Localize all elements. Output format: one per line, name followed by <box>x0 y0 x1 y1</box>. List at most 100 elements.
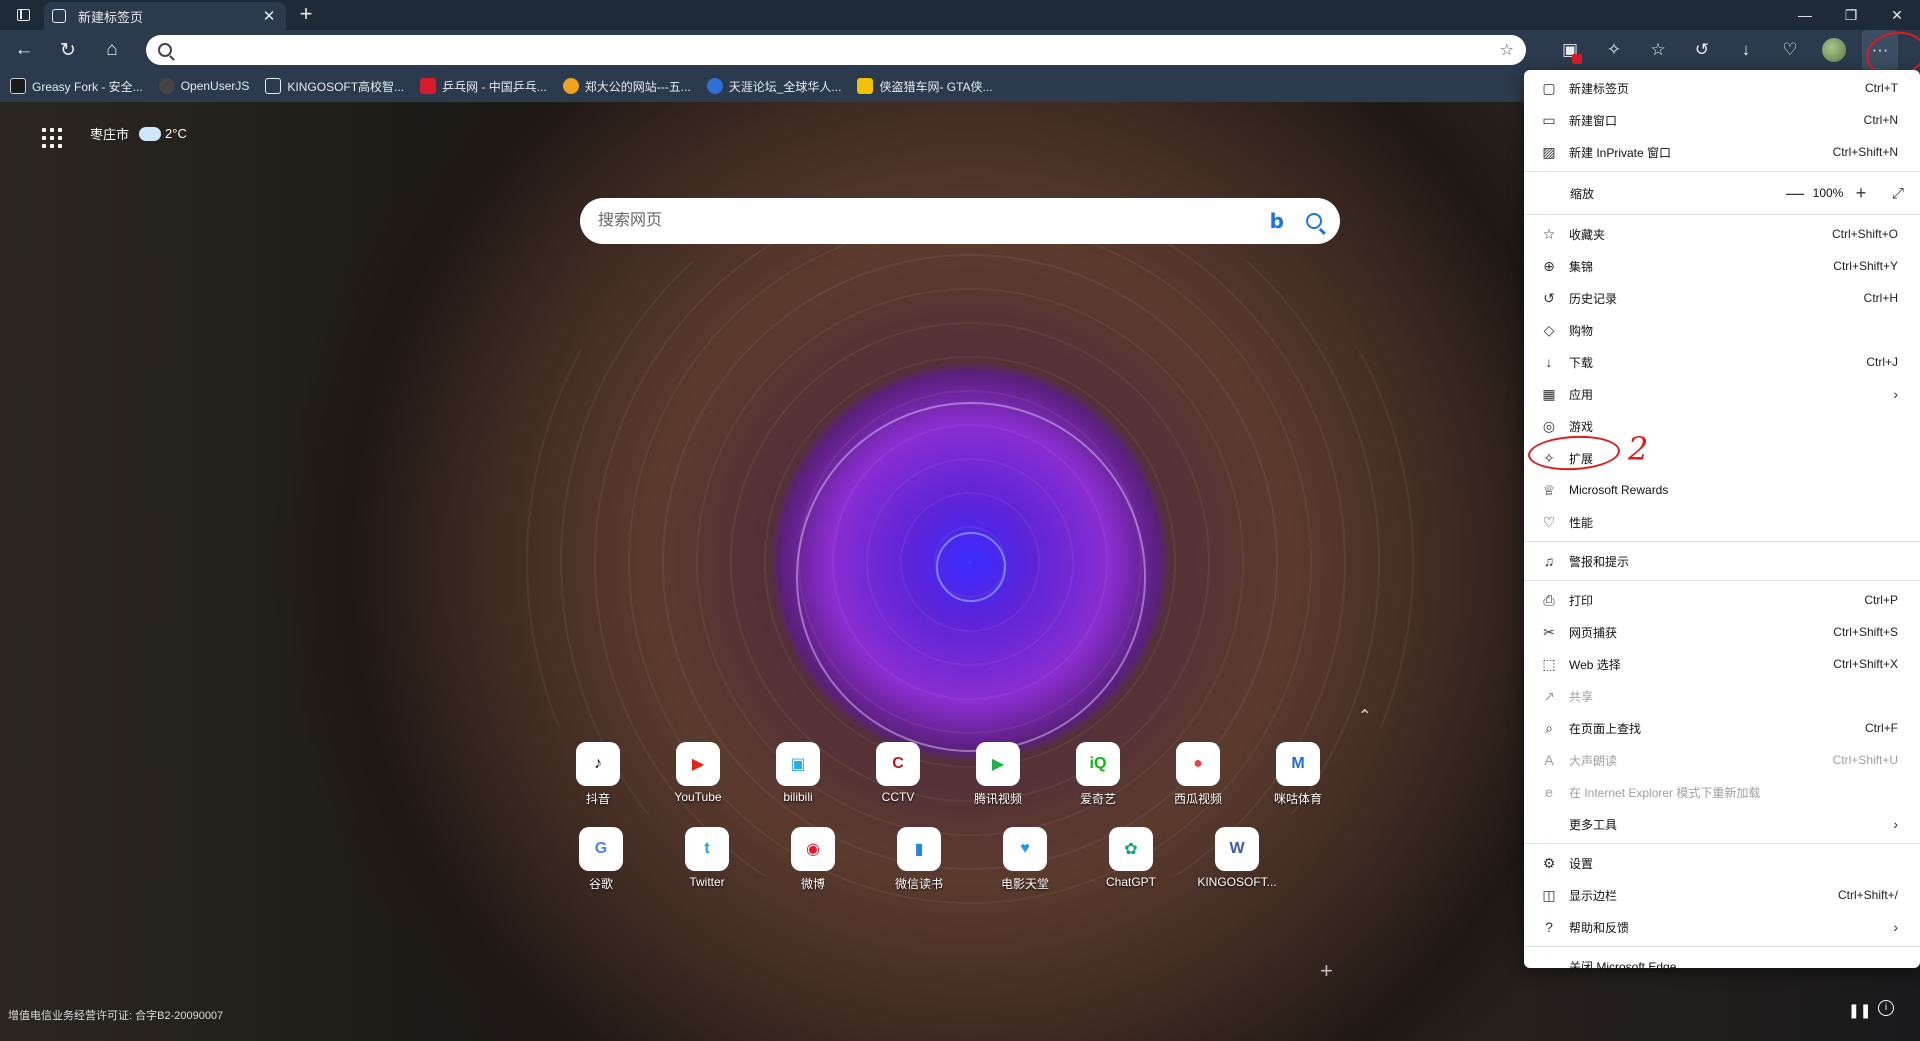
title-bar: 新建标签页 ✕ + — ❐ ✕ <box>0 0 1920 30</box>
quick-link-tile[interactable]: ♪ 抖音 <box>548 742 648 807</box>
menu-item[interactable]: ▢ 新建标签页 Ctrl+T <box>1524 72 1920 104</box>
menu-item[interactable]: ⎙ 打印 Ctrl+P <box>1524 584 1920 616</box>
menu-item[interactable]: ♕ Microsoft Rewards <box>1524 474 1920 506</box>
quick-link-tile[interactable]: ● 西瓜视频 <box>1148 742 1248 807</box>
quick-link-tile[interactable]: ♥ 电影天堂 <box>972 827 1078 892</box>
menu-item-icon: ⌕ <box>1545 719 1553 736</box>
weather-widget[interactable]: 枣庄市 2°C <box>90 121 187 143</box>
menu-item-icon: ⚙ <box>1542 854 1556 871</box>
menu-item[interactable]: ↗ 共享 <box>1524 680 1920 712</box>
menu-item[interactable]: e 在 Internet Explorer 模式下重新加载 <box>1524 776 1920 808</box>
apps-launcher-icon[interactable] <box>42 128 62 148</box>
menu-item[interactable]: ▭ 新建窗口 Ctrl+N <box>1524 104 1920 136</box>
bing-icon[interactable]: b <box>1270 209 1284 233</box>
add-favorite-icon[interactable]: ☆ <box>1500 40 1514 60</box>
favorite-label: 侠盗猎车网- GTA侠... <box>879 79 993 94</box>
info-icon[interactable]: i <box>1878 1000 1894 1016</box>
fullscreen-button[interactable]: ⤢ <box>1874 185 1904 202</box>
favorites-button[interactable]: ☆ <box>1636 30 1680 70</box>
favorite-icon <box>562 78 579 94</box>
tab-close-button[interactable]: ✕ <box>260 7 278 25</box>
settings-and-more-menu: ▢ 新建标签页 Ctrl+T ▭ 新建窗口 Ctrl+N ▨ 新建 InPrivate 窗口 C… <box>1524 70 1920 974</box>
menu-item[interactable]: ◇ 购物 <box>1524 314 1920 346</box>
menu-item[interactable]: ↓ 下载 Ctrl+J <box>1524 346 1920 378</box>
quick-link-tile[interactable]: iQ 爱奇艺 <box>1048 742 1148 807</box>
favorite-icon <box>420 78 437 94</box>
quick-link-tile[interactable]: t Twitter <box>654 827 760 892</box>
quick-link-icon: ♪ <box>576 742 620 786</box>
close-window-button[interactable]: ✕ <box>1874 0 1920 30</box>
tab-actions-button[interactable] <box>0 0 46 30</box>
add-shortcut-button[interactable]: + <box>1320 958 1333 984</box>
quick-link-tile[interactable]: ▶ YouTube <box>648 742 748 807</box>
quick-link-tile[interactable]: M 咪咕体育 <box>1248 742 1348 807</box>
pause-background-button[interactable]: ❚❚ <box>1848 1002 1871 1019</box>
favorite-item[interactable]: Greasy Fork - 安全... <box>10 78 143 95</box>
quick-link-label: 微博 <box>800 877 825 891</box>
menu-separator <box>1524 214 1920 215</box>
favorite-icon <box>706 78 723 94</box>
menu-item[interactable]: ⚙ 设置 <box>1524 847 1920 879</box>
menu-item[interactable]: ⊕ 集锦 Ctrl+Shift+Y <box>1524 250 1920 282</box>
favorite-item[interactable]: 侠盗猎车网- GTA侠... <box>857 78 993 95</box>
web-search-box[interactable]: b <box>580 198 1340 244</box>
menu-item[interactable]: A 大声朗读 Ctrl+Shift+U <box>1524 744 1920 776</box>
favorite-item[interactable]: 乒乓网 - 中国乒乓... <box>420 78 547 95</box>
maximize-button[interactable]: ❐ <box>1828 0 1874 30</box>
menu-item[interactable]: ♡ 性能 <box>1524 506 1920 538</box>
quick-link-icon: M <box>1276 742 1320 786</box>
menu-item[interactable]: ⌕ 在页面上查找 Ctrl+F <box>1524 712 1920 744</box>
favorite-label: 天涯论坛_全球华人... <box>728 79 842 94</box>
menu-item[interactable]: ▨ 新建 InPrivate 窗口 Ctrl+Shift+N <box>1524 136 1920 168</box>
favorite-label: KINGOSOFT高校智... <box>287 79 405 94</box>
downloads-button[interactable]: ↓ <box>1724 30 1768 70</box>
extensions-button[interactable]: ✧ <box>1592 30 1636 70</box>
menu-item[interactable]: 关闭 Microsoft Edge <box>1524 950 1920 982</box>
favorite-item[interactable]: 天涯论坛_全球华人... <box>706 78 842 95</box>
quick-link-tile[interactable]: ▶ 腾讯视频 <box>948 742 1048 807</box>
quick-link-tile[interactable]: G 谷歌 <box>548 827 654 892</box>
menu-item[interactable]: ▦ 应用 › <box>1524 378 1920 410</box>
menu-item[interactable]: ♫ 警报和提示 <box>1524 545 1920 577</box>
performance-button[interactable]: ♡ <box>1768 30 1812 70</box>
refresh-button[interactable]: ↻ <box>48 34 88 66</box>
menu-item[interactable]: ☆ 收藏夹 Ctrl+Shift+O <box>1524 218 1920 250</box>
home-button[interactable]: ⌂ <box>92 34 132 66</box>
menu-item[interactable]: ✂ 网页捕获 Ctrl+Shift+S <box>1524 616 1920 648</box>
minimize-button[interactable]: — <box>1782 0 1828 30</box>
zoom-in-button[interactable]: + <box>1848 183 1874 204</box>
menu-item-icon: ⎙ <box>1543 591 1555 608</box>
favorite-item[interactable]: 郑大公的网站---五... <box>562 78 691 95</box>
menu-item[interactable]: ⬚ Web 选择 Ctrl+Shift+X <box>1524 648 1920 680</box>
menu-item[interactable]: ↺ 历史记录 Ctrl+H <box>1524 282 1920 314</box>
quick-link-tile[interactable]: ◉ 微博 <box>760 827 866 892</box>
navigation-toolbar: ← ↻ ⌂ ☆ ▣ ✧ ☆ ↺ ↓ ♡ ··· <box>0 30 1920 70</box>
favorite-item[interactable]: KINGOSOFT高校智... <box>265 78 404 95</box>
menu-item-label: 历史记录 <box>1569 291 1618 306</box>
menu-item[interactable]: 更多工具 › <box>1524 808 1920 840</box>
quick-link-tile[interactable]: ▮ 微信读书 <box>866 827 972 892</box>
address-bar[interactable]: ☆ <box>146 35 1526 65</box>
search-icon[interactable] <box>1306 213 1322 229</box>
tab-new-tab[interactable]: 新建标签页 ✕ <box>44 2 286 30</box>
back-button[interactable]: ← <box>4 34 44 66</box>
quick-link-tile[interactable]: ✿ ChatGPT <box>1078 827 1184 892</box>
zoom-out-button[interactable]: — <box>1782 183 1808 204</box>
quick-link-tile[interactable]: C CCTV <box>848 742 948 807</box>
web-search-input[interactable] <box>598 212 1270 230</box>
quick-link-tile[interactable]: ▣ bilibili <box>748 742 848 807</box>
quick-link-tile[interactable]: W KINGOSOFT... <box>1184 827 1290 892</box>
chevron-up-icon[interactable]: ⌃ <box>1358 706 1371 726</box>
menu-item[interactable]: ? 帮助和反馈 › <box>1524 911 1920 943</box>
menu-item-icon: ♫ <box>1543 553 1555 569</box>
favorite-item[interactable]: OpenUserJS <box>158 78 249 94</box>
address-input[interactable] <box>182 42 1500 58</box>
avatar <box>1822 38 1846 62</box>
new-tab-button[interactable]: + <box>292 2 320 28</box>
menu-item[interactable]: ◫ 显示边栏 Ctrl+Shift+/ <box>1524 879 1920 911</box>
history-button[interactable]: ↺ <box>1680 30 1724 70</box>
background-ring <box>936 532 1006 602</box>
profile-button[interactable] <box>1812 30 1856 70</box>
extension-button[interactable]: ▣ <box>1548 30 1592 70</box>
tab-title: 新建标签页 <box>78 9 144 25</box>
